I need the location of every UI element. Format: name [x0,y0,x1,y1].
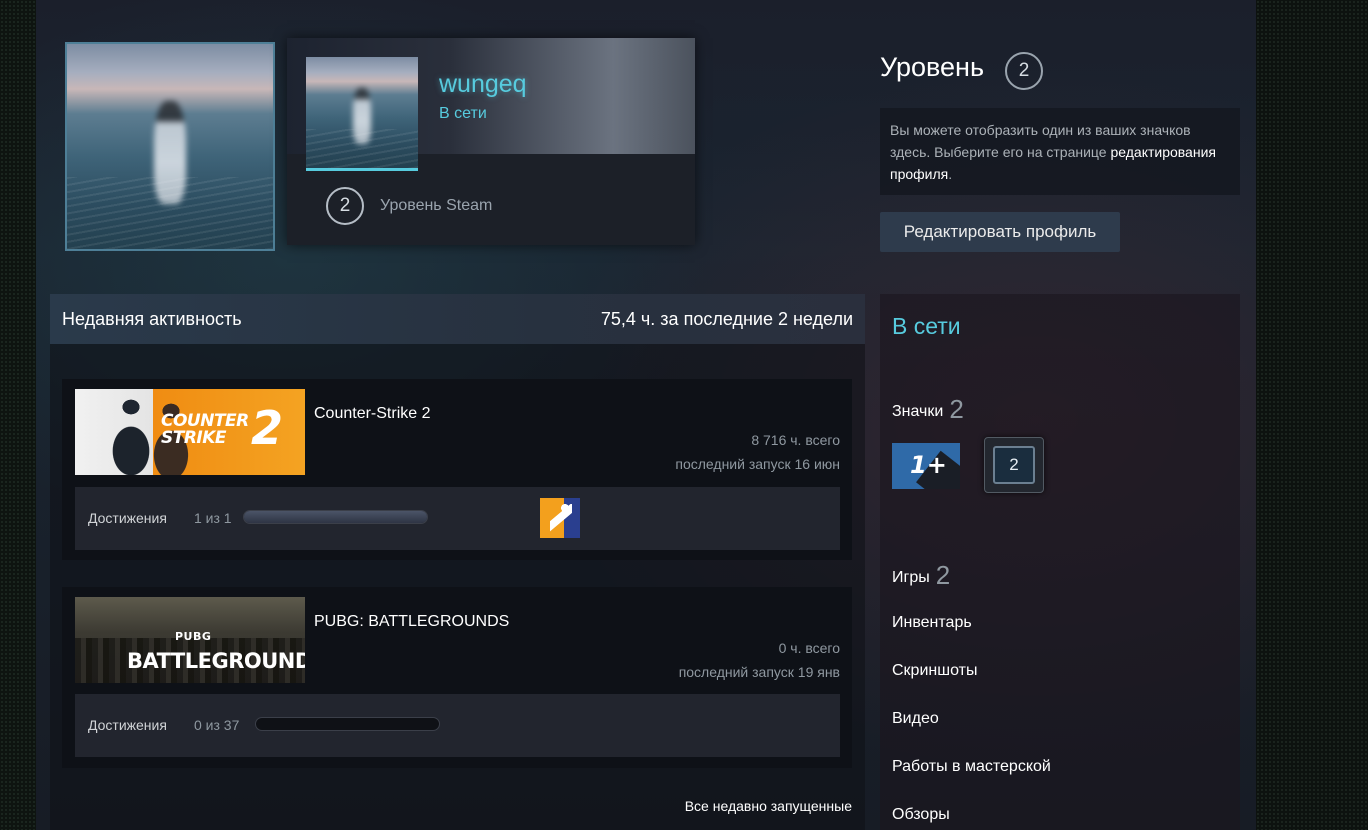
game-hours: 0 ч. всего [778,640,840,656]
sidebar-badges[interactable]: Значки 2 [892,394,964,425]
recent-game-cs2: COUNTER STRIKE 2 Counter-Strike 2 8 716 … [62,379,852,560]
background-texture-left [0,0,36,830]
cs2-capsule[interactable]: COUNTER STRIKE 2 [75,389,305,475]
sidebar-games[interactable]: Игры 2 [892,560,950,591]
achievements-count: 0 из 37 [194,717,240,733]
game-last-played: последний запуск 19 янв [678,664,840,680]
mini-profile-card: wungeq В сети 2 Уровень Steam [287,38,695,245]
sidebar-link-inventory[interactable]: Инвентарь [892,614,972,632]
profile-avatar[interactable] [65,42,275,251]
achievements-progress-bar [255,717,440,731]
recent-game-pubg: PUBG BATTLEGROUNDS PUBG: BATTLEGROUNDS 0… [62,587,852,768]
recent-activity-header: Недавняя активность 75,4 ч. за последние… [50,294,865,344]
level-title: Уровень [880,52,985,82]
profile-status: В сети [439,105,487,122]
pubg-capsule[interactable]: PUBG BATTLEGROUNDS [75,597,305,683]
achievements-label[interactable]: Достижения [88,510,167,526]
badge2-text: 2 [993,446,1035,484]
sidebar-link-workshop[interactable]: Работы в мастерской [892,758,1051,776]
achievement-icon[interactable] [540,498,580,538]
profile-name: wungeq [439,70,527,98]
sidebar-link-reviews[interactable]: Обзоры [892,806,950,824]
background-texture-right [1256,0,1368,830]
achievements-progress-bar [243,510,428,524]
achievements-count: 1 из 1 [194,510,232,526]
sidebar-link-videos[interactable]: Видео [892,710,939,728]
badge-level[interactable]: 2 [984,437,1044,493]
recent-activity-title: Недавняя активность [62,308,242,329]
profile-sidebar: В сети Значки 2 1+ 2 Игры 2 Инвентарь Скри… [880,294,1240,830]
badges-count: 2 [949,394,964,424]
sidebar-link-screenshots[interactable]: Скриншоты [892,662,977,680]
achievements-label[interactable]: Достижения [88,717,167,733]
all-recent-games-link[interactable]: Все недавно запущенные [685,798,852,814]
sidebar-status: В сети [892,313,961,339]
game-name[interactable]: Counter-Strike 2 [314,405,431,423]
achievements-panel: Достижения 1 из 1 [75,487,840,550]
games-count: 2 [935,560,951,590]
badge-note-end: . [948,166,953,182]
steam-level-label: Уровень Steam [380,197,493,214]
pubg-capsule-small: PUBG [175,630,212,643]
steam-level-circle: 2 [326,187,364,225]
games-label: Игры [892,569,930,586]
game-last-played: последний запуск 16 июн [675,456,840,472]
achievements-progress-fill [244,511,427,523]
mini-profile-avatar [306,57,418,171]
game-hours: 8 716 ч. всего [751,432,840,448]
level-circle[interactable]: 2 [1005,52,1043,90]
badge-note: Вы можете отобразить один из ваших значк… [880,108,1240,195]
badges-label: Значки [892,403,944,420]
profile-page: wungeq В сети 2 Уровень Steam Уровень 2 … [36,0,1256,830]
game-name[interactable]: PUBG: BATTLEGROUNDS [314,613,509,631]
edit-profile-button[interactable]: Редактировать профиль [880,212,1120,252]
cs2-capsule-number: 2 [251,401,284,455]
cs2-capsule-title: COUNTER STRIKE [161,411,249,448]
achievements-panel: Достижения 0 из 37 [75,694,840,757]
pubg-capsule-big: BATTLEGROUNDS [127,649,305,673]
avatar-photo [67,44,273,249]
recent-activity: Недавняя активность 75,4 ч. за последние… [50,294,865,830]
badge-years-of-service[interactable]: 1+ [892,443,960,489]
recent-activity-summary: 75,4 ч. за последние 2 недели [600,308,853,329]
badge1-text: 1+ [910,451,947,479]
